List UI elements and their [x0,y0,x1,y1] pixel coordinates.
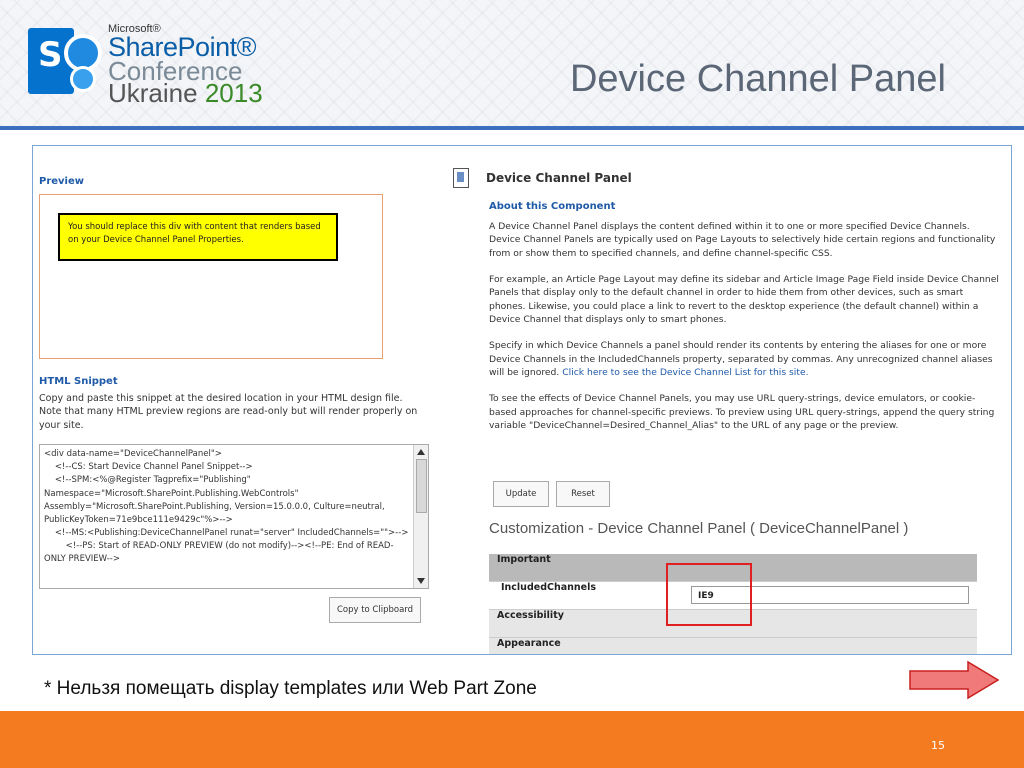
left-column: Preview You should replace this div with… [39,176,429,623]
about-heading: About this Component [489,201,616,212]
logo-circle-small [70,66,96,92]
snippet-code: <div data-name="DeviceChannelPanel"> <!-… [44,449,409,565]
page-number: 15 [931,739,945,752]
snippet-textarea[interactable]: <div data-name="DeviceChannelPanel"> <!-… [39,444,429,589]
footnote: * Нельзя помещать display templates или … [44,678,537,699]
customization-title: Customization - Device Channel Panel ( D… [489,520,909,537]
about-description: A Device Channel Panel displays the cont… [489,220,1001,445]
snippet-heading: HTML Snippet [39,376,118,387]
included-channels-highlight [666,563,752,626]
about-paragraph-1: A Device Channel Panel displays the cont… [489,221,996,259]
accessibility-label: Accessibility [497,610,564,621]
logo-ukraine-text: Ukraine [108,78,198,108]
slide-title: Device Channel Panel [569,58,946,100]
next-arrow-icon[interactable] [908,660,1000,700]
footer-bar: 15 [0,711,1024,768]
scroll-thumb[interactable] [416,459,427,513]
reset-button[interactable]: Reset [556,481,610,507]
copy-to-clipboard-button[interactable]: Copy to Clipboard [329,597,421,623]
device-panel-icon [453,168,469,188]
screenshot-frame: Preview You should replace this div with… [32,145,1012,655]
snippet-scrollbar[interactable] [413,445,428,588]
included-channels-label: IncludedChannels [501,582,597,593]
important-label: Important [497,554,551,565]
logo-year-text: 2013 [204,78,263,108]
device-panel-icon-inner [457,172,464,182]
about-paragraph-3: Specify in which Device Channels a panel… [489,339,1001,379]
scroll-down-icon[interactable] [417,578,425,584]
panel-title: Device Channel Panel [486,171,632,185]
about-paragraph-4: To see the effects of Device Channel Pan… [489,393,995,432]
snippet-description: Copy and paste this snippet at the desir… [39,393,418,431]
preview-heading: Preview [39,176,85,187]
appearance-section-header[interactable]: Appearance [489,638,977,654]
preview-placeholder: You should replace this div with content… [58,213,338,261]
update-button[interactable]: Update [493,481,549,507]
title-divider [0,126,1024,130]
scroll-up-icon[interactable] [417,449,425,455]
appearance-label: Appearance [497,638,561,649]
about-paragraph-2: For example, an Article Page Layout may … [489,274,999,326]
preview-box: You should replace this div with content… [39,194,383,359]
device-channel-list-link[interactable]: Click here to see the Device Channel Lis… [562,367,808,378]
logo-letter: S [38,35,63,75]
logo-ukraine-line: Ukraine 2013 [108,78,263,109]
sharepoint-conference-logo: S Microsoft® SharePoint® Conference Ukra… [28,20,268,108]
